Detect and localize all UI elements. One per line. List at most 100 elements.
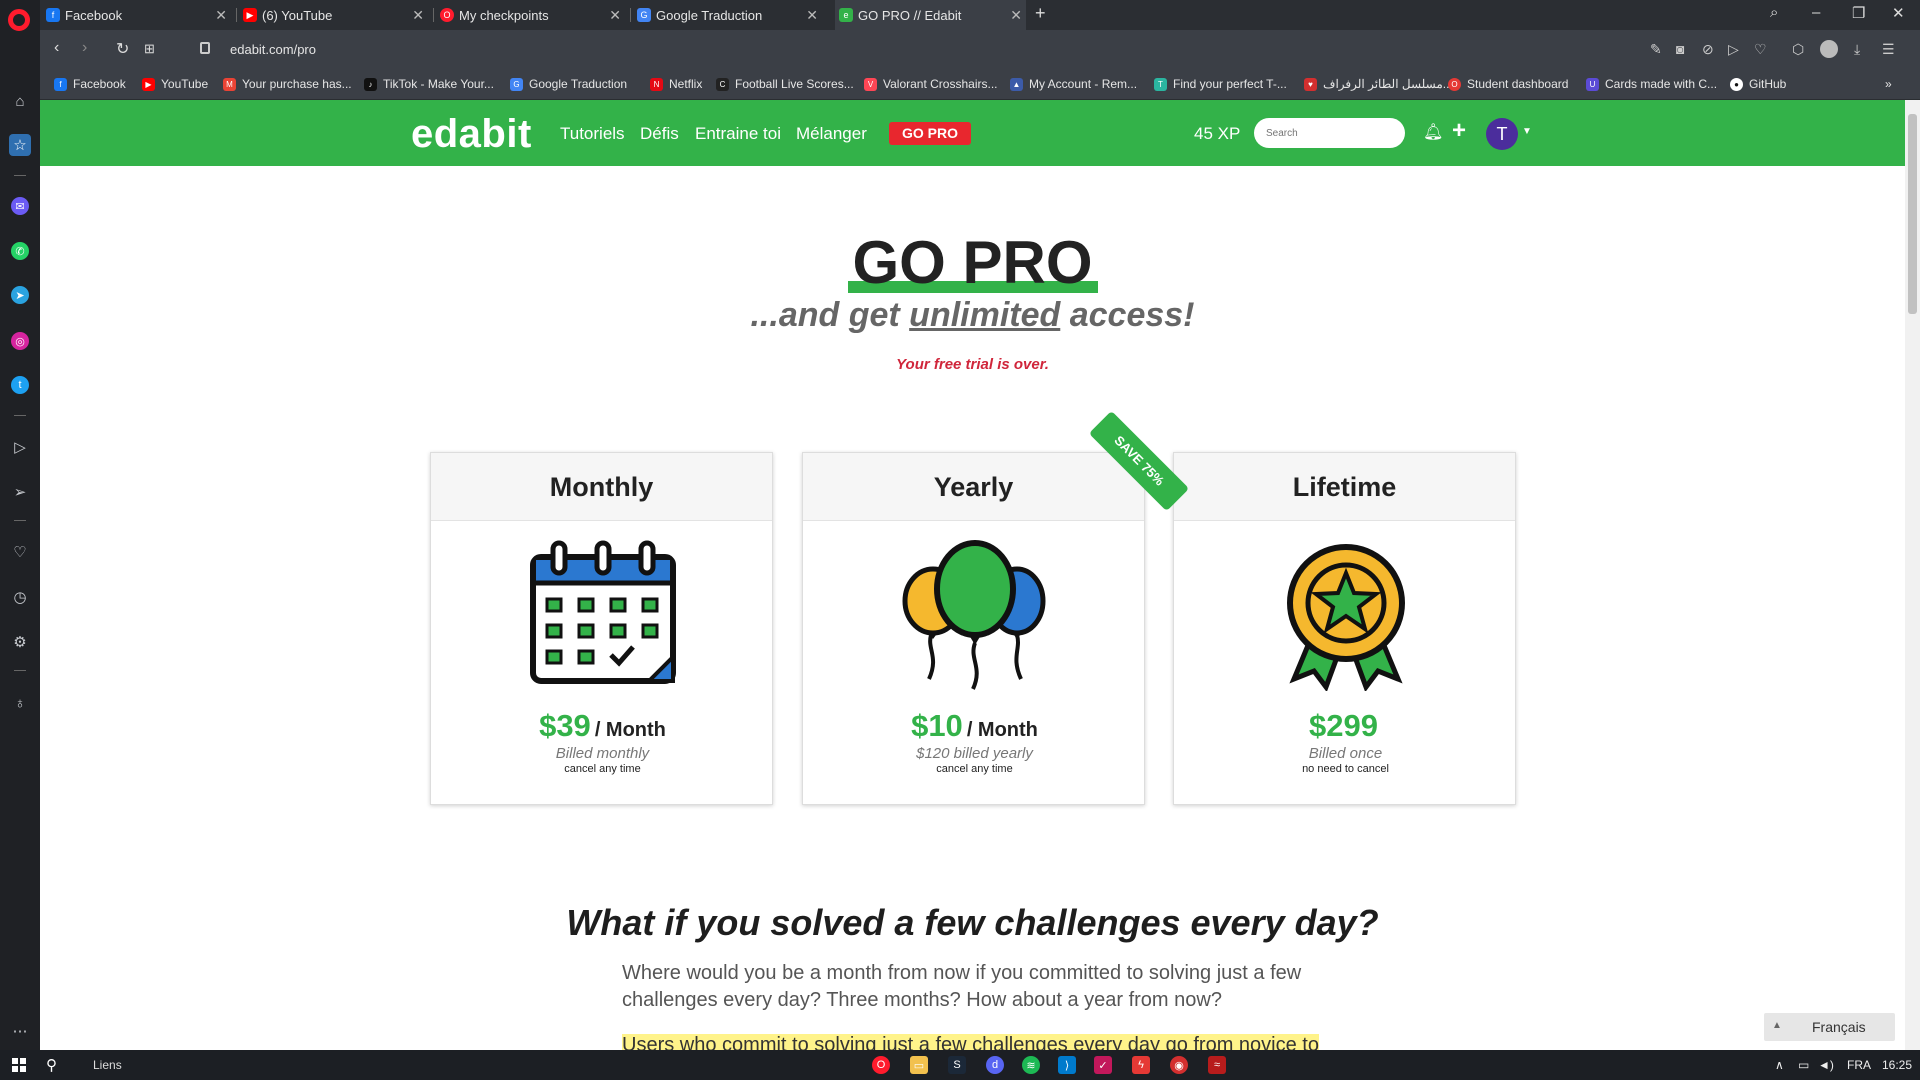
bookmark-github[interactable]: ● GitHub — [1730, 77, 1786, 91]
new-tab-icon[interactable]: + — [1035, 3, 1046, 24]
tab-google-translate[interactable]: G Google Traduction ✕ — [637, 0, 822, 30]
facebook-icon: f — [54, 77, 67, 91]
taskbar-links[interactable]: Liens — [93, 1058, 122, 1072]
lightbulb-icon[interactable]: ♁ — [9, 692, 31, 714]
player-icon[interactable]: ▷ — [9, 436, 31, 458]
instagram-icon[interactable]: ◎ — [11, 332, 29, 350]
camera-icon[interactable]: ◙ — [1676, 41, 1684, 57]
scrollbar-thumb[interactable] — [1908, 114, 1917, 314]
bookmark-tiktok[interactable]: ♪ TikTok - Make Your... — [364, 77, 494, 91]
block-icon[interactable]: ⊘ — [1702, 41, 1714, 58]
tab-edabit[interactable]: e GO PRO // Edabit ✕ — [835, 0, 1026, 30]
file-explorer-icon[interactable]: ▭ — [910, 1056, 928, 1074]
opera-icon[interactable]: O — [872, 1056, 890, 1074]
razer-icon[interactable]: ≈ — [1208, 1056, 1226, 1074]
bookmark-netflix[interactable]: N Netflix — [650, 77, 702, 91]
nav-entraine-toi[interactable]: Entraine toi — [695, 124, 781, 144]
reload-icon[interactable]: ↻ — [116, 39, 129, 59]
steam-icon[interactable]: S — [948, 1056, 966, 1074]
minimize-icon[interactable]: – — [1812, 4, 1820, 21]
nav-melanger[interactable]: Mélanger — [796, 124, 867, 144]
close-icon[interactable]: ✕ — [215, 7, 227, 24]
search-input[interactable] — [1254, 118, 1405, 148]
speed-dial-icon[interactable]: ☆ — [9, 134, 31, 156]
history-icon[interactable]: ◷ — [9, 586, 31, 608]
twitter-icon[interactable]: t — [11, 376, 29, 394]
tray-chevron-icon[interactable]: ∧ — [1775, 1058, 1784, 1072]
windows-start-icon[interactable] — [12, 1058, 26, 1072]
plan-card-yearly[interactable]: Yearly $10/ Month $120 billed yearly can… — [802, 452, 1145, 805]
nav-defis[interactable]: Défis — [640, 124, 679, 144]
plan-card-lifetime[interactable]: Lifetime $299 Billed once no need to can… — [1173, 452, 1516, 805]
bookmark-gmail[interactable]: M Your purchase has... — [223, 77, 352, 91]
bookmark-cards[interactable]: U Cards made with C... — [1586, 77, 1717, 91]
language-selector[interactable]: ▲ Français — [1764, 1013, 1895, 1041]
avatar[interactable]: T — [1486, 118, 1518, 150]
tab-checkpoints[interactable]: O My checkpoints ✕ — [440, 0, 625, 30]
close-icon[interactable]: ✕ — [1010, 7, 1022, 24]
bookmark-youtube[interactable]: ▶ YouTube — [142, 77, 208, 91]
clock[interactable]: 16:25 — [1882, 1058, 1912, 1072]
heart-icon[interactable]: ♡ — [9, 541, 31, 563]
search-icon[interactable]: ⚲ — [46, 1056, 57, 1074]
discord-icon[interactable]: d — [986, 1056, 1004, 1074]
bell-icon[interactable]: 🔔︎ — [1423, 122, 1443, 142]
spotify-icon[interactable]: ≋ — [1022, 1056, 1040, 1074]
back-icon[interactable]: ‹ — [54, 39, 59, 57]
send-icon[interactable]: ➢ — [9, 481, 31, 503]
close-icon[interactable]: ✕ — [806, 7, 818, 24]
network-icon[interactable]: ▭ — [1798, 1058, 1809, 1072]
section-heading: What if you solved a few challenges ever… — [566, 902, 1379, 943]
page-scrollbar[interactable] — [1905, 100, 1920, 1050]
easy-setup-icon[interactable]: ☰ — [1882, 41, 1895, 58]
chevron-down-icon[interactable]: ▼ — [1522, 126, 1532, 137]
address-bar: ‹ › ↻ ⊞ edabit.com/pro ✎ ◙ ⊘ ▷ ♡ ⬡ ⤓ ☰ — [40, 30, 1920, 70]
profile-icon[interactable] — [1820, 40, 1838, 58]
input-language[interactable]: FRA — [1847, 1058, 1871, 1072]
home-icon[interactable]: ⌂ — [9, 90, 31, 112]
close-icon[interactable]: ✕ — [412, 7, 424, 24]
bookmark-valorant[interactable]: V Valorant Crosshairs... — [864, 77, 998, 91]
tab-facebook[interactable]: f Facebook ✕ — [46, 0, 231, 30]
tab-grid-icon[interactable]: ⊞ — [144, 41, 155, 57]
restore-icon[interactable]: ❐ — [1852, 4, 1865, 22]
bookmark-facebook[interactable]: f Facebook — [54, 77, 126, 91]
plan-card-monthly[interactable]: Monthly $39/ Month Billed monthly cancel… — [430, 452, 773, 805]
app-icon[interactable]: ✓ — [1094, 1056, 1112, 1074]
bookmark-tshirt[interactable]: T Find your perfect T-... — [1154, 77, 1287, 91]
plus-icon[interactable]: + — [1452, 117, 1466, 145]
bookmark-heart-icon[interactable]: ♡ — [1754, 41, 1767, 58]
settings-icon[interactable]: ⚙ — [9, 631, 31, 653]
series-icon: ♥ — [1304, 77, 1317, 91]
game-icon[interactable]: ◉ — [1170, 1056, 1188, 1074]
go-pro-button[interactable]: GO PRO — [889, 122, 971, 145]
url-field[interactable]: edabit.com/pro — [230, 42, 316, 57]
messenger-icon[interactable]: ✉ — [11, 197, 29, 215]
bookmark-my-account[interactable]: ▲ My Account - Rem... — [1010, 77, 1137, 91]
bookmark-student-dashboard[interactable]: O Student dashboard — [1448, 77, 1568, 91]
edit-icon[interactable]: ✎ — [1650, 41, 1662, 58]
download-icon[interactable]: ⤓ — [1854, 41, 1860, 58]
whatsapp-icon[interactable]: ✆ — [11, 242, 29, 260]
volume-icon[interactable]: ◄) — [1818, 1058, 1834, 1072]
window-close-icon[interactable]: ✕ — [1892, 4, 1905, 22]
edabit-logo[interactable]: edabit — [411, 112, 532, 157]
youtube-icon: ▶ — [243, 8, 257, 22]
bookmark-football[interactable]: C Football Live Scores... — [716, 77, 854, 91]
vscode-icon[interactable]: ⟩ — [1058, 1056, 1076, 1074]
extensions-icon[interactable]: ⬡ — [1792, 41, 1804, 58]
more-icon[interactable]: ⋯ — [9, 1020, 31, 1042]
close-icon[interactable]: ✕ — [609, 7, 621, 24]
nav-tutoriels[interactable]: Tutoriels — [560, 124, 625, 144]
bookmark-google-translate[interactable]: G Google Traduction — [510, 77, 627, 91]
opera-logo-icon[interactable] — [8, 9, 30, 31]
tab-youtube[interactable]: ▶ (6) YouTube ✕ — [243, 0, 428, 30]
site-navbar: edabit Tutoriels Défis Entraine toi Méla… — [40, 100, 1905, 166]
telegram-icon[interactable]: ➤ — [11, 286, 29, 304]
forward-icon[interactable]: › — [82, 39, 87, 57]
bolt-icon[interactable]: ϟ — [1132, 1056, 1150, 1074]
bookmark-series[interactable]: ♥ مسلسل الطائر الرفراف... — [1304, 77, 1453, 91]
search-tabs-icon[interactable]: ⌕ — [1770, 4, 1778, 21]
share-icon[interactable]: ▷ — [1728, 41, 1739, 58]
bookmarks-overflow-icon[interactable]: » — [1885, 77, 1892, 91]
